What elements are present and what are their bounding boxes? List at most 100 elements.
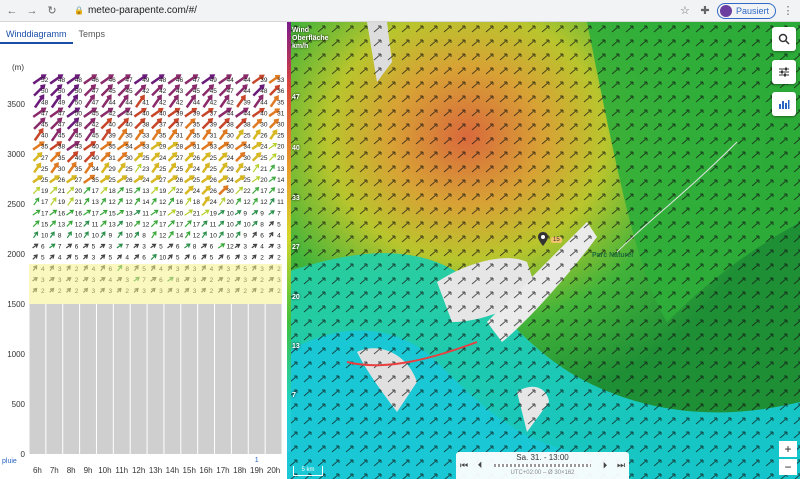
wind-arrow [185, 197, 192, 206]
chart-button[interactable] [772, 92, 796, 116]
wind-arrow-shape [49, 231, 55, 238]
wind-arrow [251, 243, 258, 249]
wind-arrow [116, 243, 124, 249]
wind-arrow [100, 186, 108, 195]
wind-arrow [66, 231, 72, 239]
wind-speed-label: 33 [142, 144, 150, 151]
wind-arrow-shape [167, 220, 175, 228]
wind-speed-label: 12 [75, 221, 83, 228]
wind-speed-label: 13 [108, 221, 116, 228]
x-tick-label: 19h [250, 466, 263, 475]
wind-arrow [117, 197, 123, 206]
settings-button[interactable] [772, 60, 796, 84]
wind-arrow-shape [134, 231, 140, 238]
tab-temps[interactable]: Temps [73, 26, 112, 44]
ground-area [29, 304, 282, 454]
wind-speed-label: 26 [260, 133, 268, 140]
wind-arrow-shape [201, 220, 208, 227]
wind-speed-label: 25 [108, 177, 116, 184]
wind-speed-label: 47 [125, 77, 133, 84]
wind-arrow [234, 254, 240, 260]
wind-speed-label: 44 [260, 99, 268, 106]
wind-speed-label: 21 [75, 199, 83, 206]
wind-arrow [117, 186, 124, 194]
wind-speed-label: 50 [41, 88, 49, 95]
wind-map[interactable] [287, 22, 800, 479]
wind-speed-label: 42 [108, 110, 116, 117]
menu-icon[interactable]: ⋮ [780, 3, 796, 19]
legend-value-47: 47 [292, 94, 300, 101]
skip-forward-icon[interactable]: ⏭ [613, 460, 629, 471]
wind-diagram-chart: (m)52 48 48 46 46 47 49 48 46 47 49 44 44 39 3350 50 50 4… [2, 63, 285, 475]
wind-arrow [133, 243, 140, 249]
player-time[interactable]: Sa. 31. - 13:00 UTC+02:00 – Ø 30×162 [488, 453, 597, 478]
forward-icon[interactable]: → [24, 3, 40, 19]
wind-speed-label: 48 [58, 77, 66, 84]
extensions-icon[interactable]: ✚ [697, 3, 713, 19]
wind-arrow [218, 254, 224, 260]
wind-speed-label: 30 [58, 166, 66, 173]
wind-speed-legend-bar [287, 22, 291, 452]
y-tick-label: 2000 [7, 250, 25, 259]
back-icon[interactable]: ← [4, 3, 20, 19]
wind-arrow-shape [184, 231, 191, 239]
wind-speed-label: 10 [125, 221, 133, 228]
time-slider[interactable] [494, 464, 591, 467]
wind-arrow-shape [133, 243, 140, 249]
location-pin-icon[interactable] [538, 232, 548, 246]
wind-arrow [134, 197, 140, 206]
wind-speed-label: 49 [210, 77, 218, 84]
wind-speed-label: 12 [193, 232, 201, 239]
wind-speed-label: 16 [75, 210, 83, 217]
wind-arrow-shape [100, 197, 106, 206]
wind-speed-label: 13 [58, 221, 66, 228]
step-forward-icon[interactable]: ⏵ [597, 460, 613, 471]
wind-speed-label: 18 [108, 188, 116, 195]
wind-arrow-shape [218, 254, 224, 260]
search-button[interactable] [772, 27, 796, 51]
wind-speed-label: 30 [277, 121, 285, 128]
wind-speed-label: 52 [41, 77, 49, 84]
wind-speed-label: 47 [58, 121, 66, 128]
wind-arrow-shape [32, 209, 41, 216]
wind-speed-label: 50 [75, 110, 83, 117]
wind-speed-label: 10 [243, 221, 251, 228]
wind-speed-label: 44 [243, 77, 251, 84]
wind-speed-label: 25 [210, 166, 218, 173]
marker-badge: 15 [551, 237, 562, 243]
wind-speed-label: 24 [210, 199, 218, 206]
wind-speed-label: 40 [92, 155, 100, 162]
wind-arrow [49, 186, 58, 195]
reload-icon[interactable]: ↻ [44, 3, 60, 19]
step-back-icon[interactable]: ⏴ [472, 460, 488, 471]
wind-arrow [50, 197, 57, 206]
profile-button[interactable]: Pausiert [716, 2, 776, 19]
wind-arrow [32, 220, 40, 228]
address-bar[interactable]: 🔒 meteo-parapente.com/#/ [68, 3, 203, 19]
x-tick-label: 12h [132, 466, 145, 475]
wind-arrow [201, 231, 207, 239]
wind-arrow [235, 231, 241, 239]
zoom-out-button[interactable]: − [779, 459, 797, 475]
wind-arrow-shape [150, 220, 159, 228]
wind-speed-label: 27 [176, 155, 184, 162]
x-tick-label: 18h [233, 466, 246, 475]
wind-arrow-shape [100, 186, 108, 195]
wind-speed-label: 34 [92, 166, 100, 173]
skip-back-icon[interactable]: ⏮ [456, 460, 472, 471]
wind-speed-label: 8 [193, 244, 197, 251]
wind-arrow-shape [117, 197, 123, 206]
wind-arrow [49, 254, 55, 260]
wind-speed-label: 42 [92, 121, 100, 128]
tab-winddiagramm[interactable]: Winddiagramm [0, 26, 73, 44]
wind-speed-label: 10 [92, 232, 100, 239]
wind-arrow [32, 254, 38, 260]
wind-arrow-shape [66, 209, 75, 216]
wind-speed-label: 17 [92, 188, 100, 195]
wind-speed-label: 42 [159, 88, 167, 95]
wind-arrow [184, 243, 191, 249]
wind-arrow [83, 186, 91, 194]
zoom-in-button[interactable]: + [779, 441, 797, 457]
star-icon[interactable]: ☆ [677, 3, 693, 19]
wind-arrow-shape [268, 142, 278, 150]
